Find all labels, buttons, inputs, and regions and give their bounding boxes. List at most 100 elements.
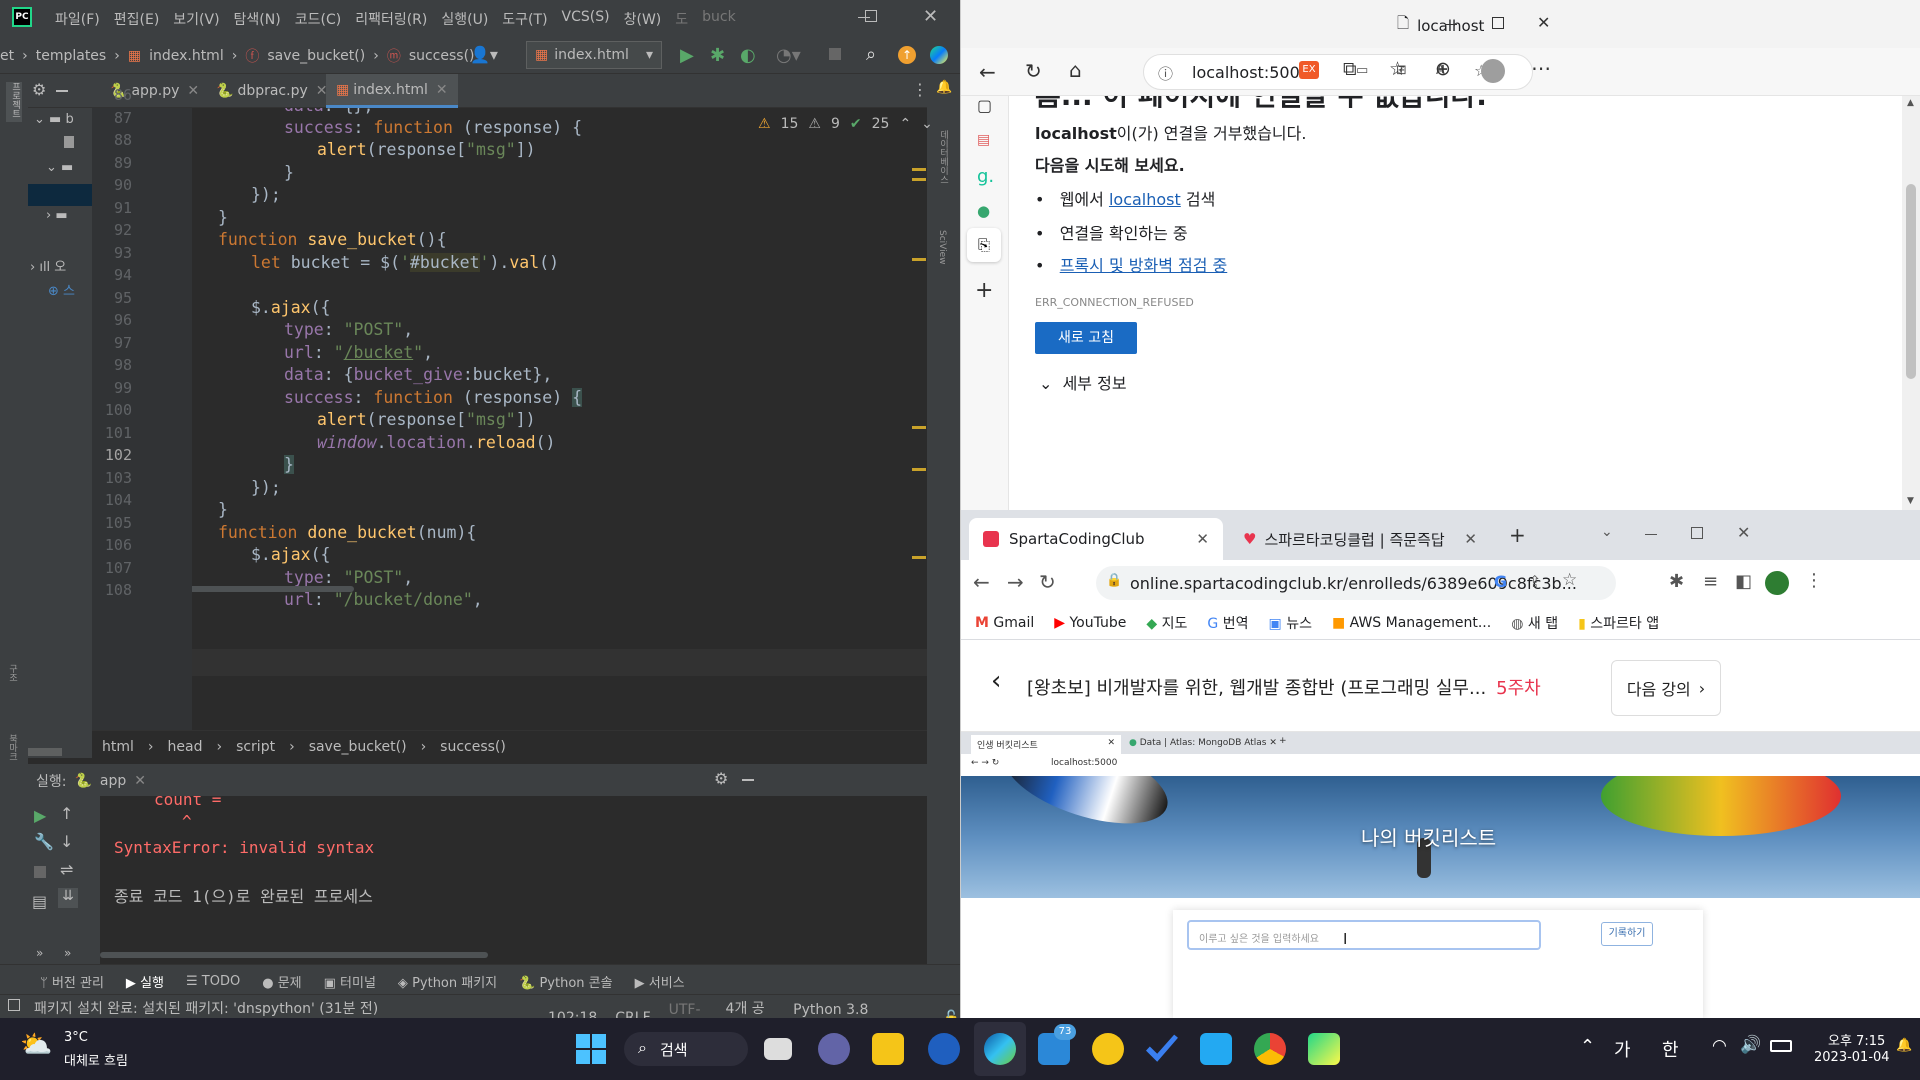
weather-temp[interactable]: 3°C [64,1030,88,1045]
volume-icon[interactable]: 🔊 [1740,1035,1761,1055]
proxy-link[interactable]: 프록시 및 방화벽 점검 중 [1060,256,1228,275]
task-view-icon[interactable] [764,1038,792,1060]
app-available-icon[interactable]: ▭ [1356,63,1368,78]
maximize-icon[interactable] [865,10,877,22]
tw-services[interactable]: ▶ 서비스 [635,972,685,991]
vscode-icon[interactable] [1200,1033,1232,1065]
run-tab-app[interactable]: app [100,773,126,789]
more-tabs-icon[interactable]: ⋮ [912,80,928,99]
bookmark-aws[interactable]: ■ AWS Management... [1332,615,1491,631]
close-icon[interactable]: ✕ [1737,523,1750,542]
stop-icon[interactable] [34,866,46,878]
add-icon[interactable]: + [975,278,993,303]
save-bucket-button[interactable]: 기록하기 [1601,922,1653,946]
bookmark-translate[interactable]: G 번역 [1207,613,1248,633]
menu-item[interactable]: 창(W) [624,9,662,29]
app-icon[interactable] [928,1033,960,1065]
google-icon[interactable]: G [1494,572,1507,591]
gear-icon[interactable]: ⚙ [714,769,728,788]
up-arrow-icon[interactable]: ↑ [60,804,73,823]
wrench-icon[interactable]: 🔧 [34,832,54,851]
teams-icon[interactable] [818,1033,850,1065]
chevron-up-icon[interactable]: ⌃ [1580,1036,1595,1057]
more-menu-icon[interactable]: ⋯ [1531,56,1551,80]
search-link[interactable]: localhost [1109,190,1181,209]
bookmark-newtab[interactable]: ◍ 새 탭 [1511,613,1558,633]
rerun-icon[interactable]: ▶ [34,806,46,825]
collections-icon[interactable]: ⊕ [1435,58,1451,80]
reload-button[interactable]: 새로 고침 [1035,322,1137,354]
tree-folder[interactable]: ⌄ ▬ [46,160,73,175]
bookmark-gmail[interactable]: M Gmail [975,615,1034,631]
crumb-save-bucket[interactable]: save_bucket() [267,48,365,64]
menu-item[interactable]: 실행(U) [441,9,488,29]
database-tool-label[interactable]: 데이터베이스 [937,130,950,184]
profile-icon[interactable]: ◔▾ [776,45,801,66]
pdf-icon[interactable]: ▤ [977,132,990,148]
refresh-icon[interactable]: ↻ [1025,59,1042,83]
notifications-icon[interactable]: 🔔 [936,80,952,95]
reading-list-icon[interactable]: ≡ [1703,571,1718,592]
structure-tool-label[interactable]: 구조 [6,664,19,682]
crumb-index[interactable]: index.html [149,48,224,64]
inspection-counts[interactable]: ⚠ 15 ⚠ 9 ✔ 25 ⌃ ⌄ [758,116,933,132]
menu-item[interactable]: buck [702,9,736,29]
profile-avatar[interactable] [1481,59,1505,83]
chrome-tab-qna[interactable]: ♥ 스파르타코딩클럽 | 즉문즉답 ✕ [1229,518,1491,560]
code-editor[interactable]: data: {}, success: function (response) {… [192,108,927,730]
menu-item[interactable]: 리팩터링(R) [355,9,427,29]
refresh-icon[interactable]: ↻ [1039,570,1056,594]
new-tab-icon[interactable]: + [1509,523,1526,547]
bookmarks-tool-label[interactable]: 북마크 [6,734,19,761]
more-icon[interactable]: » [36,946,43,960]
chrome-tab-sparta[interactable]: SpartaCodingClub ✕ [969,518,1223,560]
bookmark-star-icon[interactable]: ☆ [1562,570,1577,590]
run-icon[interactable]: ▶ [680,45,694,66]
next-lecture-button[interactable]: 다음 강의 › [1611,660,1721,716]
taskbar-search[interactable]: ⌕ 검색 [624,1032,748,1066]
menu-item[interactable]: VCS(S) [562,9,610,29]
menu-item[interactable]: 도 [675,9,688,29]
settings-gear-icon[interactable]: ⚙ [32,80,46,99]
debug-icon[interactable]: ✱ [710,45,725,66]
layout-icon[interactable]: ▤ [32,892,47,911]
bookmark-sparta-app[interactable]: ▮ 스파르타 앱 [1578,613,1659,633]
bc-head[interactable]: head [168,739,203,755]
tree-root[interactable]: ⌄ ▬ b [34,112,74,127]
extension-ex-icon[interactable]: EX [1299,61,1319,79]
console-scrollbar[interactable] [100,952,488,958]
bc-html[interactable]: html [102,739,134,755]
horizontal-scrollbar[interactable] [192,586,354,592]
bookmark-youtube[interactable]: ▶ YouTube [1054,615,1126,631]
maximize-icon[interactable] [1691,527,1703,539]
tw-python-packages[interactable]: ◈ Python 패키지 [398,972,497,991]
favorites-icon[interactable]: ☆ [1389,58,1406,80]
weather-icon[interactable]: ⛅ [20,1030,52,1060]
chrome-omnibox[interactable]: 🔒 online.spartacodingclub.kr/enrolleds/6… [1096,566,1616,600]
menu-item[interactable]: 파일(F) [55,9,100,29]
tree-libraries[interactable]: › ıll 오 [30,256,66,275]
tw-todo[interactable]: ☰ TODO [186,974,240,989]
bookmark-maps[interactable]: ◆ 지도 [1146,613,1187,633]
bc-script[interactable]: script [236,739,275,755]
info-icon[interactable]: ⓘ [1158,63,1173,84]
soft-wrap-icon[interactable]: ⇌ [60,860,73,879]
tree-scratches[interactable]: ⊕ 스 [48,280,75,299]
forward-icon[interactable]: → [1007,570,1024,594]
back-icon[interactable]: ← [979,60,996,84]
jetbrains-icon[interactable] [930,46,948,64]
clock-date[interactable]: 2023-01-04 [1814,1050,1890,1065]
edge-scrollbar[interactable]: ▲ ▼ [1902,96,1920,510]
tw-vcs[interactable]: ᛘ 버전 관리 [40,972,104,991]
run-config-select[interactable]: ▦ index.html ▾ [526,41,662,69]
details-toggle[interactable]: ⌄ 세부 정보 [1039,370,1127,394]
chrome-url[interactable]: online.spartacodingclub.kr/enrolleds/638… [1130,574,1577,593]
chrome-icon[interactable] [1254,1033,1286,1065]
collapse-icon[interactable] [56,90,68,92]
tab-dbprac-py[interactable]: 🐍 dbprac.py ✕ [206,74,338,108]
bc-save-bucket[interactable]: save_bucket() [309,739,407,755]
minimize-icon[interactable] [1445,24,1457,25]
status-toggle-icon[interactable] [8,999,20,1011]
run-console-output[interactable]: count = ^ SyntaxError: invalid syntax 종료… [100,796,927,964]
leaf-icon[interactable]: ● [977,202,990,220]
